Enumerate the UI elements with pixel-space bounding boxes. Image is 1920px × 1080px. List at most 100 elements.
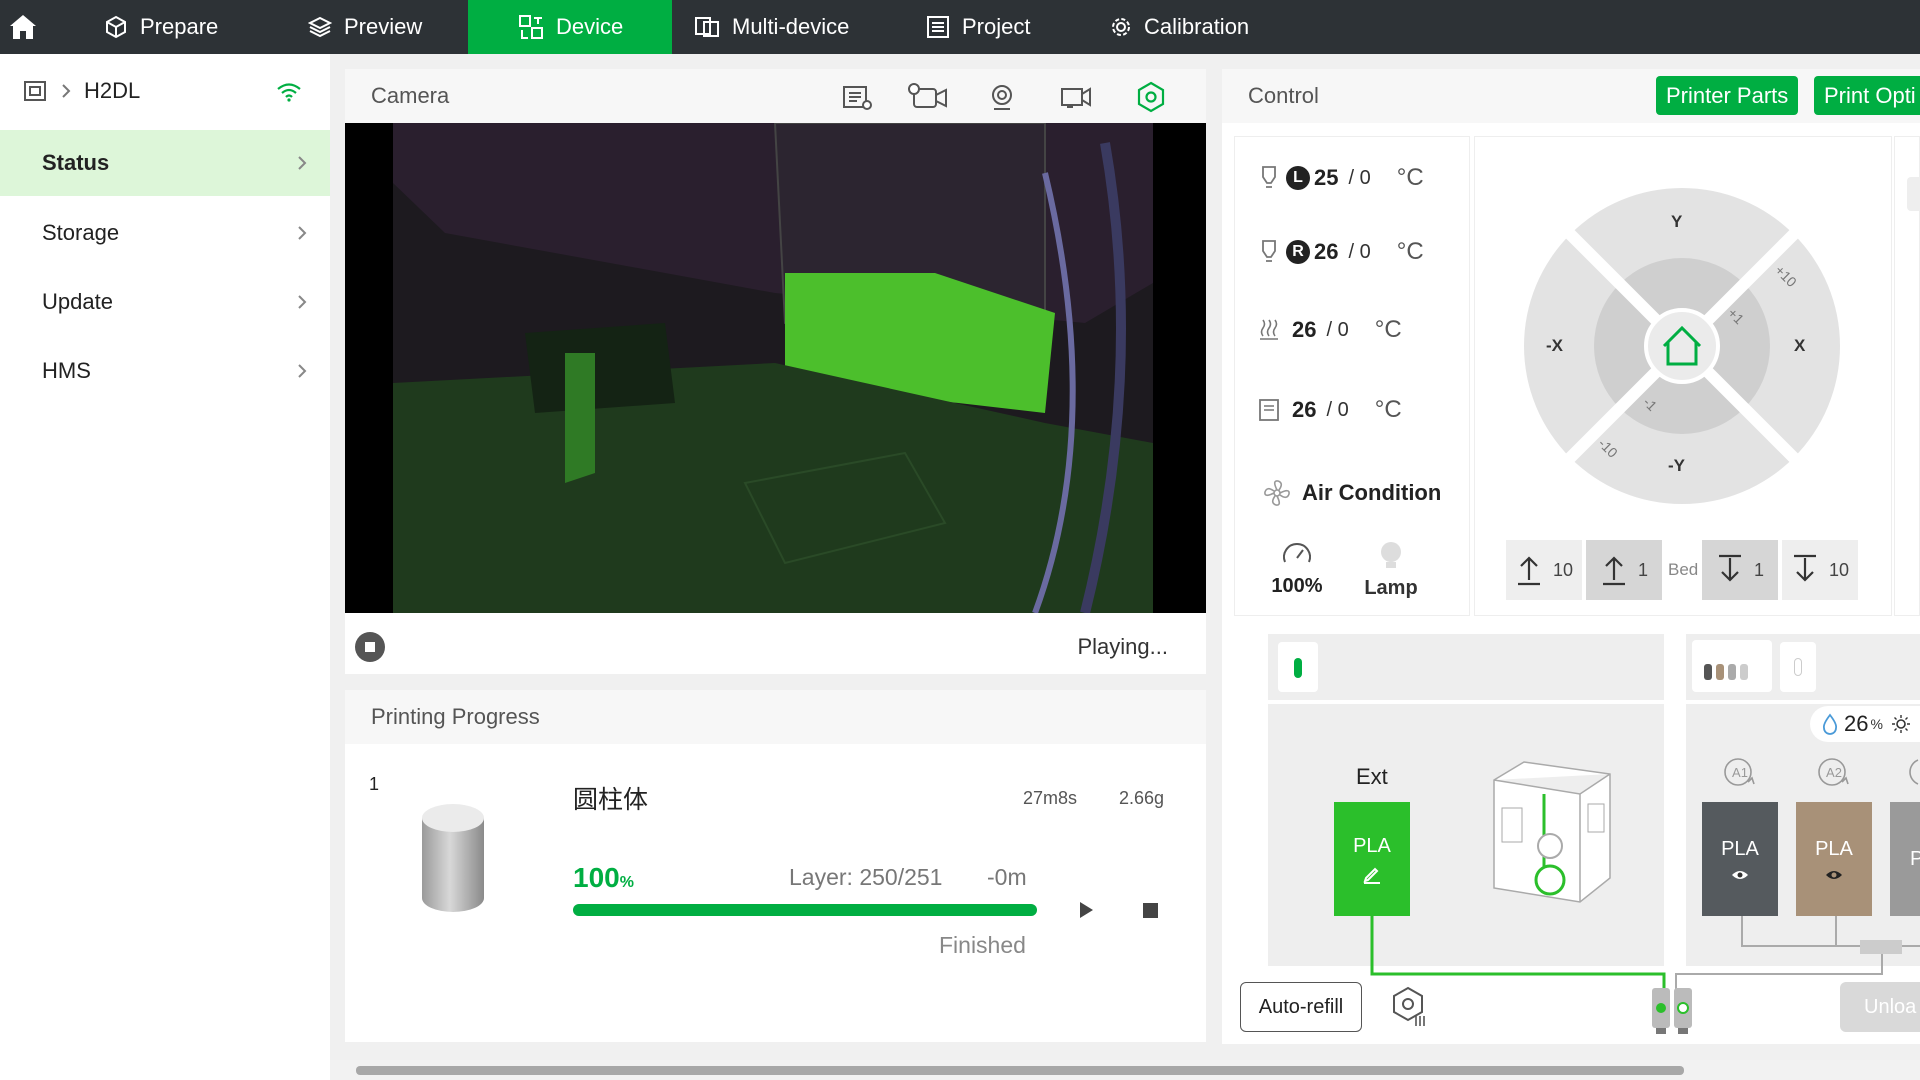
bed-up-10-button[interactable]: 10 (1506, 540, 1582, 600)
humidity-drop-icon (1822, 713, 1838, 735)
horizontal-scrollbar-track (330, 1060, 1920, 1080)
printer-parts-button[interactable]: Printer Parts (1656, 76, 1799, 115)
bed-target: / 0 (1326, 318, 1349, 341)
chevron-right-icon (298, 295, 307, 309)
chamber-target: / 0 (1326, 398, 1349, 421)
video-record-icon[interactable] (908, 83, 950, 111)
tab-calibration[interactable]: Calibration (1110, 0, 1290, 54)
temp-unit: °C (1396, 164, 1424, 191)
sidebar-item-update[interactable]: Update (0, 269, 330, 335)
unload-button[interactable]: Unloa (1840, 982, 1920, 1032)
device-icon (519, 15, 543, 39)
humidity-unit: % (1870, 716, 1883, 732)
bed-up-1-button[interactable]: 1 (1586, 540, 1662, 600)
temp-unit: °C (1374, 316, 1402, 343)
bed-up-1-label: 1 (1637, 559, 1648, 580)
bed-temp[interactable]: 26 / 0 °C (1258, 316, 1402, 344)
ams-slot-indicator-2 (1716, 664, 1724, 680)
right-nozzle-current: 26 (1314, 239, 1339, 264)
left-nozzle-badge: L (1286, 166, 1310, 190)
air-condition-button[interactable]: Air Condition (1262, 478, 1441, 508)
ext-tray-indicator (1294, 658, 1302, 678)
jog-y-plus[interactable]: Y (1671, 212, 1682, 232)
speed-control[interactable]: 100% (1264, 540, 1330, 598)
stream-status: Playing... (1077, 634, 1169, 659)
home-button[interactable] (0, 0, 58, 54)
speed-value: 100% (1271, 575, 1323, 597)
temp-unit: °C (1396, 238, 1424, 265)
unload-label: Unloa (1864, 995, 1917, 1018)
webcam-icon[interactable] (988, 83, 1016, 111)
progress-percent: 100% (573, 862, 634, 894)
ext-tray-header (1268, 634, 1664, 700)
wifi-icon (277, 83, 301, 102)
extruder-control-handle[interactable] (1907, 177, 1920, 211)
print-options-button[interactable]: Print Opti (1814, 76, 1920, 115)
ams-spool-3[interactable]: P (1890, 802, 1920, 916)
tab-prepare[interactable]: Prepare (104, 0, 264, 54)
ext-spool[interactable]: PLA (1334, 802, 1410, 916)
tab-project-label: Project (962, 14, 1031, 39)
bed-down-1-button[interactable]: 1 (1702, 540, 1778, 600)
sidebar-item-status[interactable]: Status (0, 130, 330, 196)
stop-stream-button[interactable] (355, 632, 385, 662)
jog-x-minus[interactable]: -X (1546, 336, 1563, 356)
arrow-up-icon (1602, 556, 1625, 586)
tab-multi-device-label: Multi-device (732, 14, 850, 39)
ams-unit-tab-2[interactable] (1780, 642, 1816, 692)
bed-label: Bed (1668, 560, 1699, 579)
slot-a1-refresh[interactable]: A1 (1720, 756, 1760, 788)
control-title: Control (1248, 83, 1319, 108)
humidity-indicator[interactable]: 26 % (1810, 706, 1920, 742)
camera-feed (345, 123, 1206, 613)
ams-settings-icon[interactable] (1390, 986, 1430, 1028)
slot-a3-refresh-icon[interactable] (1906, 756, 1920, 788)
stop-print-button[interactable] (1143, 903, 1158, 918)
horizontal-scrollbar-thumb[interactable] (356, 1066, 1684, 1075)
sidebar-item-hms[interactable]: HMS (0, 338, 330, 404)
list-icon (927, 16, 949, 38)
bed-up-10-label: 10 (1552, 559, 1574, 580)
nozzle-icon (1262, 166, 1276, 188)
printer-breadcrumb[interactable]: H2DL (22, 78, 140, 104)
lamp-toggle[interactable]: Lamp (1356, 540, 1426, 600)
print-time: 27m8s (1023, 788, 1078, 808)
jog-x-plus[interactable]: X (1794, 336, 1805, 356)
auto-refill-button[interactable]: Auto-refill (1240, 982, 1362, 1032)
bed-current: 26 (1292, 317, 1317, 342)
layers-icon (308, 16, 332, 38)
jog-y-minus[interactable]: -Y (1668, 456, 1685, 476)
sidebar-item-storage[interactable]: Storage (0, 200, 330, 266)
job-name: 圆柱体 (573, 786, 649, 814)
heatbed-icon (1260, 319, 1278, 340)
filament-weight: 2.66g (1119, 788, 1165, 808)
top-nav-bar: Prepare Preview Device Multi-device Proj… (0, 0, 1920, 54)
chamber-icon (1259, 399, 1279, 421)
ams-spool-label: P (1910, 847, 1920, 870)
printer-icon (24, 81, 46, 101)
camera-settings-icon[interactable] (1135, 81, 1167, 113)
ams-unit-2-indicator (1794, 658, 1802, 676)
auto-refill-label: Auto-refill (1258, 995, 1344, 1018)
progress-percent-value: 100 (573, 862, 620, 893)
model-thumbnail (422, 804, 484, 912)
printer-name: H2DL (84, 78, 141, 103)
nozzle-left-temp[interactable]: L 25 / 0 °C (1258, 164, 1424, 192)
slot-a2-refresh[interactable]: A2 (1814, 756, 1854, 788)
bed-down-10-button[interactable]: 10 (1782, 540, 1858, 600)
tab-project[interactable]: Project (926, 0, 1076, 54)
timelapse-icon[interactable] (841, 83, 873, 111)
resume-button[interactable] (1077, 901, 1095, 919)
ams-unit-tab[interactable] (1692, 640, 1772, 692)
printer-diagram (1493, 761, 1611, 903)
nozzle-right-temp[interactable]: R 26 / 0 °C (1258, 238, 1424, 266)
ext-tray-tab[interactable] (1278, 642, 1318, 692)
air-condition-label: Air Condition (1302, 480, 1442, 505)
video-camera-icon[interactable] (1059, 83, 1093, 111)
ams-spool-1[interactable]: PLA (1702, 802, 1778, 916)
chamber-temp[interactable]: 26 / 0 °C (1258, 396, 1402, 424)
tab-preview[interactable]: Preview (308, 0, 468, 54)
ams-spool-2[interactable]: PLA (1796, 802, 1872, 916)
tab-device[interactable]: Device (468, 0, 672, 54)
tab-multi-device[interactable]: Multi-device (694, 0, 884, 54)
